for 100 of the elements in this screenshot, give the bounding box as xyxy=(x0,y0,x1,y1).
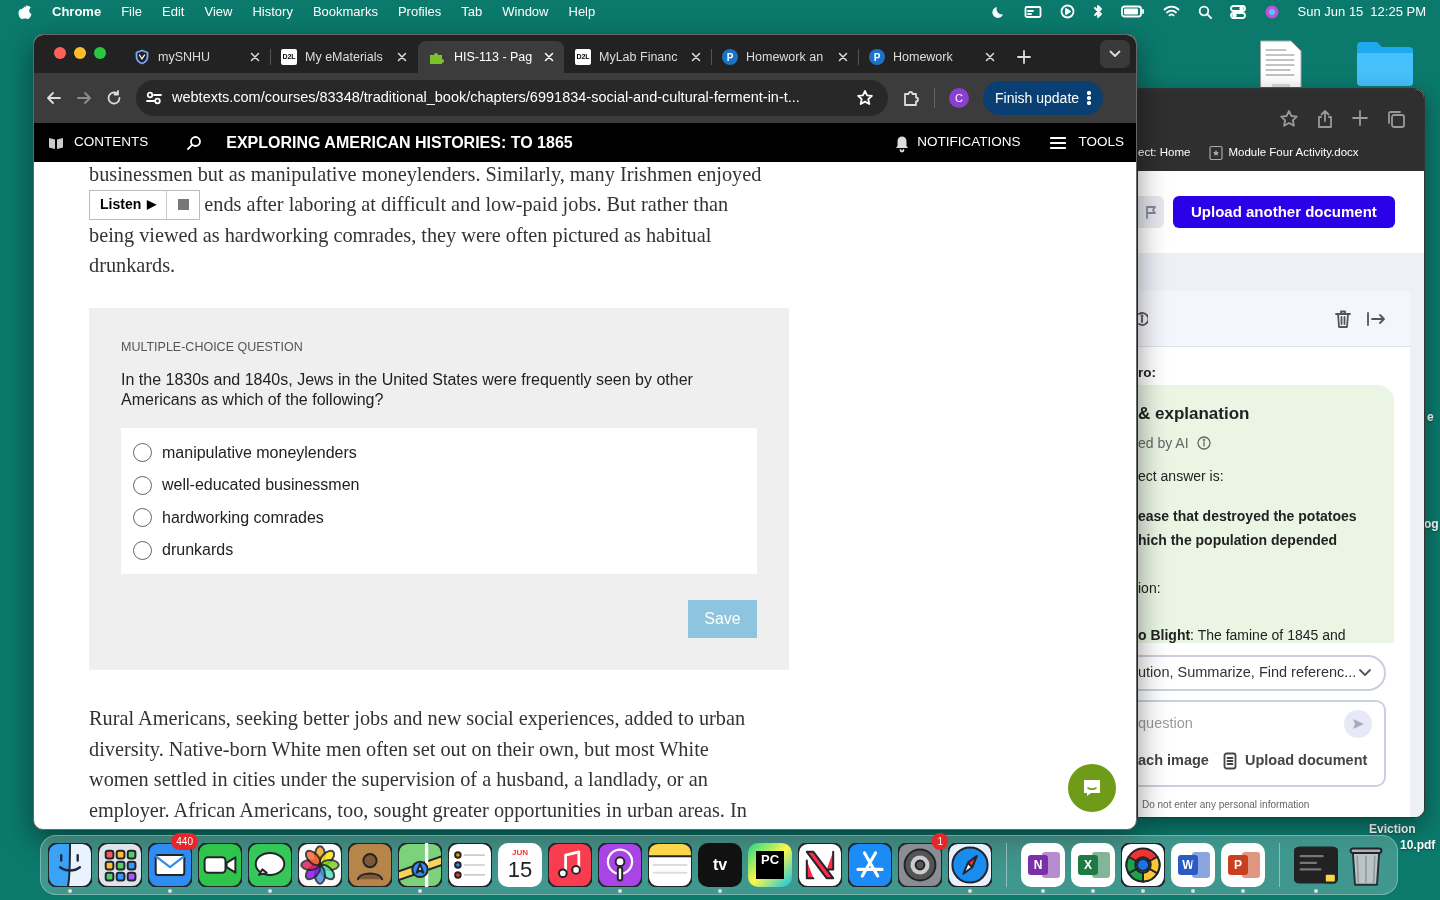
menu-icon[interactable] xyxy=(1050,135,1067,150)
browser-tab[interactable]: P Homework xyxy=(859,41,1005,73)
battery-icon[interactable] xyxy=(1120,5,1145,18)
file-label[interactable]: Eviction xyxy=(1369,820,1416,838)
menu-item[interactable]: History xyxy=(252,1,293,22)
flag-button[interactable] xyxy=(1138,196,1164,228)
browser-tab[interactable]: HIS-113 - Pag xyxy=(418,41,564,73)
plus-icon[interactable] xyxy=(1351,109,1369,127)
reload-icon[interactable] xyxy=(106,90,122,106)
profile-avatar[interactable]: C xyxy=(949,88,969,108)
app-icon[interactable]: P xyxy=(1221,843,1265,887)
app-icon[interactable] xyxy=(548,843,592,887)
info-icon[interactable] xyxy=(1196,436,1211,451)
app-icon[interactable] xyxy=(298,843,342,887)
option-label[interactable]: well-educated businessmen xyxy=(162,473,360,498)
app-icon[interactable] xyxy=(898,843,942,887)
app-icon[interactable]: JUN 15 xyxy=(498,843,542,887)
close-icon[interactable] xyxy=(397,52,407,62)
question-input[interactable]: question xyxy=(1138,713,1318,736)
trash-icon[interactable] xyxy=(1334,308,1352,329)
browser-tab[interactable]: mySNHU xyxy=(124,41,270,73)
orb-icon[interactable] xyxy=(1263,3,1280,20)
app-icon[interactable]: W xyxy=(1171,843,1215,887)
app-icon[interactable]: N xyxy=(1021,843,1065,887)
copy-icon[interactable] xyxy=(1386,109,1406,129)
file-label[interactable]: 10.pdf xyxy=(1400,836,1436,854)
upload-document-link[interactable]: Upload document xyxy=(1244,750,1368,772)
tools-link[interactable]: TOOLS xyxy=(1078,132,1124,153)
close-icon[interactable] xyxy=(838,52,848,62)
app-icon[interactable] xyxy=(448,843,492,887)
app-icon[interactable] xyxy=(98,843,142,887)
close-icon[interactable] xyxy=(985,52,995,62)
menu-item[interactable]: Help xyxy=(568,1,596,22)
menubar-clock[interactable]: 12:25 PM xyxy=(1370,1,1426,22)
extension-icon[interactable] xyxy=(902,89,920,107)
browser-tab[interactable]: P Homework an xyxy=(712,41,858,73)
site-settings-icon[interactable] xyxy=(146,91,162,105)
document-icon[interactable] xyxy=(1222,752,1237,771)
app-icon[interactable] xyxy=(648,843,692,887)
app-menu[interactable]: Chrome xyxy=(52,1,102,22)
back-arrow-icon[interactable] xyxy=(46,90,62,106)
app-icon[interactable]: PC xyxy=(748,843,792,887)
mode-dropdown[interactable]: ution, Summarize, Find referenc... xyxy=(1138,655,1386,692)
info-icon[interactable] xyxy=(1138,311,1148,326)
contents-link[interactable]: CONTENTS xyxy=(74,132,149,153)
attach-image-link[interactable]: ach image xyxy=(1138,750,1209,772)
app-icon[interactable] xyxy=(48,843,92,887)
new-tab-icon[interactable] xyxy=(1017,50,1031,64)
bookmark-link[interactable]: Module Four Activity.docx xyxy=(1228,144,1359,162)
wifi-icon[interactable] xyxy=(1162,5,1180,18)
app-icon[interactable] xyxy=(1294,843,1338,887)
star-icon[interactable] xyxy=(856,89,874,107)
menu-item[interactable]: Bookmarks xyxy=(312,1,378,22)
upload-another-document-button[interactable]: Upload another document xyxy=(1173,196,1395,228)
menu-item[interactable]: Edit xyxy=(162,1,185,22)
app-icon[interactable] xyxy=(848,843,892,887)
app-icon[interactable]: tv xyxy=(698,843,742,887)
tab-search-button[interactable] xyxy=(1100,40,1130,68)
share-icon[interactable] xyxy=(1316,109,1334,129)
app-icon[interactable] xyxy=(1121,843,1165,887)
listen-control[interactable]: Listen ▶ xyxy=(89,189,201,220)
toggle-icon[interactable] xyxy=(1229,4,1246,19)
bookmark-link[interactable]: ect: Home xyxy=(1138,144,1191,162)
app-icon[interactable] xyxy=(248,843,292,887)
close-window-button[interactable] xyxy=(54,47,66,59)
app-icon[interactable] xyxy=(948,843,992,887)
menu-item[interactable]: View xyxy=(204,1,233,22)
pdf-file-icon[interactable] xyxy=(1258,40,1304,87)
app-icon[interactable] xyxy=(598,843,642,887)
app-icon[interactable]: X xyxy=(1071,843,1115,887)
forward-arrow-icon[interactable] xyxy=(76,90,92,106)
chat-button[interactable] xyxy=(1068,764,1116,812)
menu-item[interactable]: Tab xyxy=(461,1,483,22)
close-icon[interactable] xyxy=(250,52,260,62)
menu-item[interactable]: File xyxy=(121,1,143,22)
star-icon[interactable] xyxy=(1279,109,1299,129)
zoom-button[interactable] xyxy=(94,47,106,59)
app-icon[interactable] xyxy=(398,843,442,887)
play-icon[interactable] xyxy=(1059,4,1075,19)
bluetooth-icon[interactable] xyxy=(1092,4,1103,19)
address-bar[interactable]: webtexts.com/courses/83348/traditional_book/chapters/6991834-social-and-cultural-ferment-in-t... xyxy=(136,80,888,116)
option-label[interactable]: drunkards xyxy=(162,538,234,563)
card-icon[interactable] xyxy=(1023,4,1042,19)
notifications-link[interactable]: NOTIFICATIONS xyxy=(917,132,1021,153)
file-label[interactable]: e xyxy=(1427,408,1434,426)
finish-update-button[interactable]: Finish update xyxy=(983,81,1104,115)
option-label[interactable]: manipulative moneylenders xyxy=(162,440,357,465)
app-icon[interactable] xyxy=(148,843,192,887)
menu-item[interactable]: Profiles xyxy=(397,1,442,22)
app-icon[interactable] xyxy=(198,843,242,887)
app-icon[interactable] xyxy=(798,843,842,887)
minimize-button[interactable] xyxy=(74,47,86,59)
close-icon[interactable] xyxy=(691,52,701,62)
file-label[interactable]: og xyxy=(1424,515,1439,533)
apple-logo-icon[interactable] xyxy=(18,3,32,20)
option-label[interactable]: hardworking comrades xyxy=(162,505,324,530)
search-icon[interactable] xyxy=(186,134,203,151)
menu-item[interactable]: Window xyxy=(502,1,549,22)
exit-icon[interactable] xyxy=(1366,309,1386,328)
menubar-date[interactable]: Sun Jun 15 xyxy=(1297,1,1364,22)
